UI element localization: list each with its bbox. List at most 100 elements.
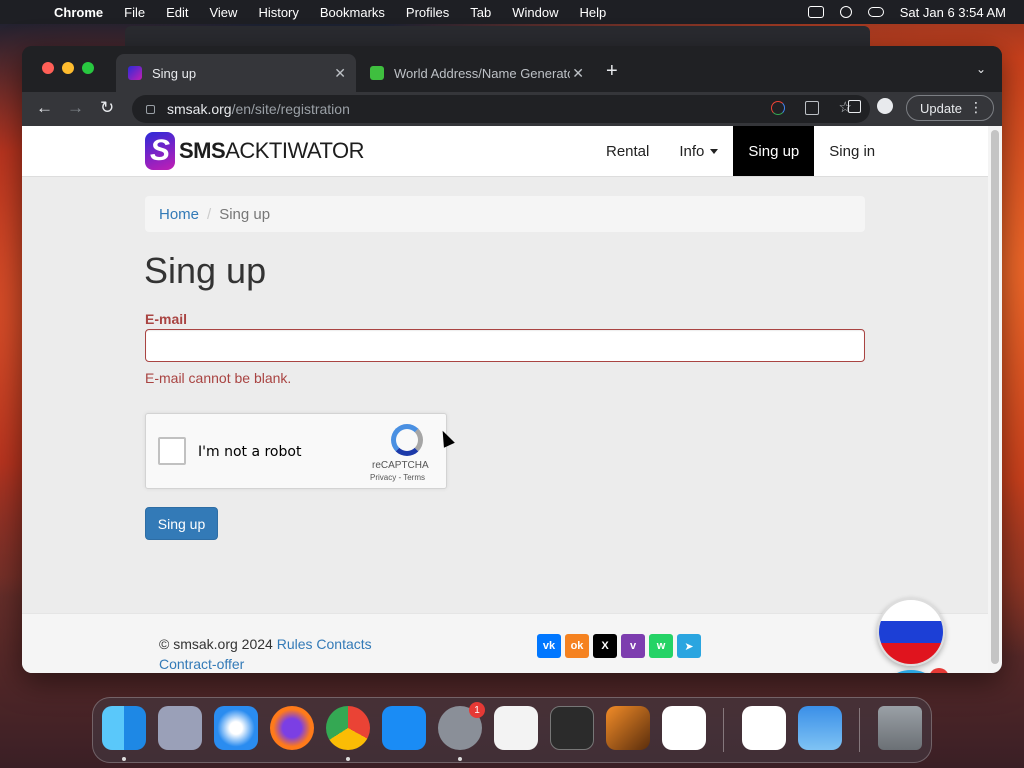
recaptcha-logo-icon: [391, 424, 423, 456]
recaptcha-label: I'm not a robot: [198, 444, 302, 460]
close-tab-icon[interactable]: ✕: [572, 65, 584, 82]
textedit-icon[interactable]: [494, 706, 538, 750]
terminal-icon[interactable]: [550, 706, 594, 750]
finder-icon[interactable]: [102, 706, 146, 750]
app-store-icon[interactable]: [382, 706, 426, 750]
new-tab-icon[interactable]: +: [606, 60, 618, 83]
page-scrollbar-thumb[interactable]: [991, 130, 999, 664]
macos-menu-bar: Chrome File Edit View History Bookmarks …: [0, 0, 1024, 24]
web-page: S SMSACKTIWATOR Rental Info Sing up Sing…: [22, 126, 988, 673]
x-icon[interactable]: X: [593, 634, 617, 658]
menu-file[interactable]: File: [124, 5, 145, 20]
menu-view[interactable]: View: [209, 5, 237, 20]
url-path: /en/site/registration: [231, 101, 350, 117]
recaptcha-terms-link[interactable]: Terms: [403, 473, 425, 482]
nav-sign-in[interactable]: Sing in: [814, 126, 890, 176]
site-logo[interactable]: S SMSACKTIWATOR: [145, 132, 365, 170]
site-menu: Rental Info Sing up Sing in: [591, 126, 890, 176]
recaptcha-privacy-link[interactable]: Privacy: [370, 473, 396, 482]
side-panel-icon[interactable]: [848, 99, 861, 113]
browser-toolbar: ← → ↻ smsak.org/en/site/registration ☆ U…: [22, 92, 1002, 126]
back-arrow-icon[interactable]: ←: [36, 98, 53, 118]
email-label: E-mail: [145, 311, 188, 327]
footer-contacts-link[interactable]: Contacts: [316, 636, 371, 652]
browser-window: Sing up ✕ World Address/Name Generato ✕ …: [22, 46, 1002, 673]
window-switcher-icon[interactable]: [807, 6, 824, 18]
menu-bookmarks[interactable]: Bookmarks: [320, 5, 385, 20]
recaptcha-checkbox[interactable]: [158, 437, 186, 465]
tab-sign-up[interactable]: Sing up ✕: [116, 54, 356, 92]
zoom-window-button[interactable]: [82, 62, 94, 74]
more-menu-icon[interactable]: ⋮: [969, 99, 983, 116]
vk-icon[interactable]: vk: [537, 634, 561, 658]
profile-avatar-icon[interactable]: [877, 98, 893, 114]
viber-icon[interactable]: v: [621, 634, 645, 658]
nav-info[interactable]: Info: [664, 126, 733, 176]
breadcrumb-home-link[interactable]: Home: [159, 206, 199, 223]
address-bar[interactable]: smsak.org/en/site/registration ☆: [132, 95, 870, 123]
running-indicator: [458, 757, 462, 761]
lock-icon[interactable]: [146, 104, 155, 114]
forward-arrow-icon[interactable]: →: [67, 98, 84, 118]
recaptcha-widget: I'm not a robot reCAPTCHA Privacy - Term…: [145, 413, 447, 489]
close-tab-icon[interactable]: ✕: [334, 65, 346, 82]
visual-studio-icon[interactable]: [742, 706, 786, 750]
footer-rules-link[interactable]: Rules: [277, 636, 313, 652]
tab-search-chevron-icon[interactable]: ⌄: [976, 62, 986, 76]
logo-text-rest: ACKTIWATOR: [225, 138, 365, 163]
nav-info-label: Info: [679, 142, 705, 160]
russian-language-flag-icon[interactable]: [877, 598, 945, 666]
smsak-favicon-icon: [128, 66, 142, 80]
menu-app-name[interactable]: Chrome: [54, 5, 103, 20]
close-window-button[interactable]: [42, 62, 54, 74]
menu-tab[interactable]: Tab: [470, 5, 491, 20]
caret-down-icon: [710, 148, 719, 154]
macos-dock: 1: [92, 697, 932, 763]
dock-separator: [859, 708, 860, 752]
dock-separator: [723, 708, 724, 752]
telegram-share-icon[interactable]: ➤: [677, 634, 701, 658]
vscode-icon[interactable]: [662, 706, 706, 750]
odnoklassniki-icon[interactable]: ok: [565, 634, 589, 658]
page-title: Sing up: [144, 250, 267, 291]
sign-up-submit-button[interactable]: Sing up: [145, 507, 218, 540]
footer-copyright-line: © smsak.org 2024 Rules Contacts: [159, 636, 372, 652]
generator-favicon-icon: [370, 66, 384, 80]
safari-icon[interactable]: [214, 706, 258, 750]
breadcrumb-separator: /: [207, 205, 212, 223]
social-share-buttons: vk ok X v w ➤: [537, 634, 701, 658]
menu-profiles[interactable]: Profiles: [406, 5, 449, 20]
email-field[interactable]: [145, 329, 865, 362]
footer-copyright: © smsak.org 2024: [159, 636, 273, 652]
running-indicator: [122, 757, 126, 761]
share-icon[interactable]: [804, 101, 819, 115]
footer-contract-offer-link[interactable]: Contract-offer: [159, 656, 244, 672]
google-lens-icon[interactable]: [770, 101, 785, 115]
clock[interactable]: Sat Jan 6 3:54 AM: [900, 5, 1006, 20]
recaptcha-brand: reCAPTCHA: [372, 460, 429, 471]
trash-icon[interactable]: [878, 706, 922, 750]
menu-history[interactable]: History: [258, 5, 298, 20]
chrome-icon[interactable]: [326, 706, 370, 750]
breadcrumb: Home / Sing up: [145, 196, 865, 232]
menu-edit[interactable]: Edit: [166, 5, 188, 20]
tab-address-generator[interactable]: World Address/Name Generato ✕: [358, 54, 594, 92]
logo-text: SMSACKTIWATOR: [179, 138, 365, 164]
reload-icon[interactable]: ↻: [100, 98, 114, 118]
running-indicator: [346, 757, 350, 761]
menu-window[interactable]: Window: [512, 5, 558, 20]
minimize-window-button[interactable]: [62, 62, 74, 74]
search-icon[interactable]: [839, 6, 852, 18]
update-button[interactable]: Update ⋮: [906, 95, 994, 121]
nav-rental[interactable]: Rental: [591, 126, 664, 176]
recaptcha-links: Privacy - Terms: [370, 473, 425, 482]
launchpad-icon[interactable]: [158, 706, 202, 750]
whatsapp-icon[interactable]: w: [649, 634, 673, 658]
weather-icon[interactable]: [798, 706, 842, 750]
nav-sign-up[interactable]: Sing up: [733, 126, 815, 176]
menu-help[interactable]: Help: [580, 5, 607, 20]
garageband-icon[interactable]: [606, 706, 650, 750]
control-center-icon[interactable]: [867, 7, 884, 17]
email-error-message: E-mail cannot be blank.: [145, 370, 292, 386]
firefox-icon[interactable]: [270, 706, 314, 750]
